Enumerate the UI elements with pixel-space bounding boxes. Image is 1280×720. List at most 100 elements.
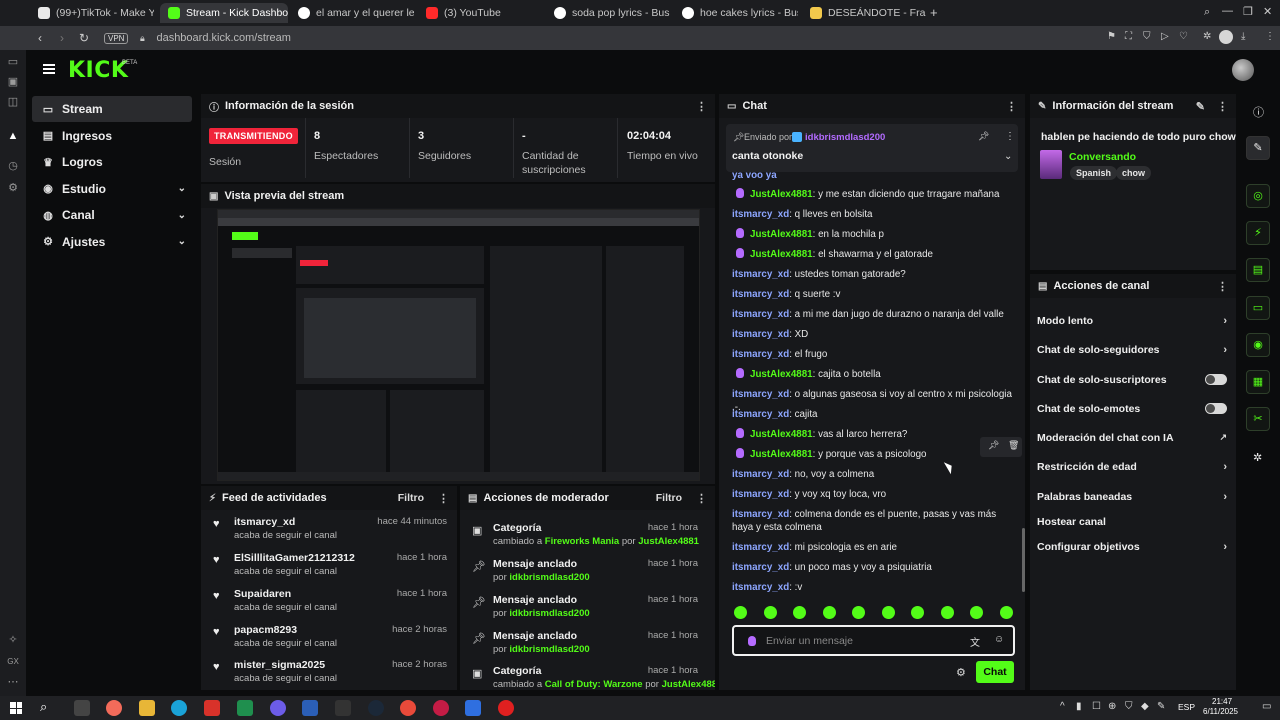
clock-time[interactable]: 21:47 [1212,697,1232,706]
browser-tab-youtube[interactable]: (3) YouTube [418,3,542,23]
puzzle-icon[interactable]: ✲ [1253,451,1262,464]
pen-icon[interactable]: ✎ [1157,701,1165,712]
file-explorer-icon[interactable] [139,700,155,716]
chat-message[interactable]: itsmarcy_xd: cajita [732,408,1014,421]
layers-icon[interactable]: ▦ [1246,370,1270,394]
forward-icon[interactable]: › [54,31,70,45]
restore-icon[interactable]: ❐ [1243,5,1253,18]
copilot-icon[interactable] [106,700,122,716]
app-icon[interactable] [465,700,481,716]
emote-icon[interactable] [852,606,865,619]
chat-message[interactable]: itsmarcy_xd: q lleves en bolsita [732,208,1014,221]
clock-date[interactable]: 6/11/2025 [1203,707,1238,716]
shield-icon[interactable]: ⛉ [1143,31,1151,42]
chat-message[interactable]: itsmarcy_xd: el frugo [732,348,1014,361]
more-icon[interactable]: ⋯ [7,676,19,688]
action-banned-words[interactable]: Palabras baneadas › [1037,491,1227,507]
emote-icon[interactable] [911,606,924,619]
emote-icon[interactable] [881,606,895,619]
close-window-icon[interactable]: ✕ [1263,5,1272,18]
chat-username[interactable]: JustAlex4881 [750,369,813,380]
chat-message[interactable]: itsmarcy_xd: colmena donde es el puente,… [732,508,1014,534]
chat-username[interactable]: itsmarcy_xd [732,409,789,420]
unpin-icon[interactable]: 📌︎ [978,131,989,142]
more-options-icon[interactable]: ⋮ [1005,131,1015,142]
chat-username[interactable]: JustAlex4881 [750,429,813,440]
chat-username[interactable]: itsmarcy_xd [732,269,789,280]
chat-message[interactable]: itsmarcy_xd: XD [732,328,1014,341]
feed-filter-button[interactable]: Filtro [398,492,424,504]
tools-icon[interactable]: ✂ [1246,407,1270,431]
chat-scrollbar[interactable] [1022,528,1025,592]
chat-username[interactable]: itsmarcy_xd [732,509,789,520]
chat-message[interactable]: JustAlex4881: y porque vas a psicologo [732,448,1014,461]
chat-username[interactable]: JustAlex4881 [750,449,813,460]
chat-message[interactable]: itsmarcy_xd: y voy xq toy loca, vro [732,488,1014,501]
chat-username[interactable]: JustAlex4881 [750,229,813,240]
chat-message[interactable]: JustAlex4881: vas al larco herrera? [732,428,1014,441]
chat-username[interactable]: itsmarcy_xd [732,389,789,400]
browser-tab-google-2[interactable]: soda pop lyrics - Buscar [546,3,670,23]
box-icon[interactable]: ▣ [7,76,19,88]
chat-username[interactable]: itsmarcy_xd [732,469,789,480]
url-field[interactable]: dashboard.kick.com/stream [156,32,291,44]
puzzle-icon[interactable]: ✲ [1203,31,1211,42]
chat-username[interactable]: JustAlex4881 [750,249,813,260]
emote-icon[interactable] [822,606,836,619]
screenshot-icon[interactable]: ⛶ [1125,31,1132,42]
emote-icon[interactable] [734,606,747,619]
word-icon[interactable] [302,700,318,716]
opera-gx-icon[interactable] [498,700,514,716]
chat-username[interactable]: itsmarcy_xd [732,489,789,500]
mod-filter-button[interactable]: Filtro [656,492,682,504]
edit-layout-icon[interactable]: ✎ [1246,136,1270,160]
tray-icon[interactable]: ◆ [1141,701,1149,712]
translate-icon[interactable]: 文 [970,634,980,649]
new-tab-button[interactable]: + [930,5,938,20]
camera-icon[interactable]: ◎ [1246,184,1270,208]
windows-start-icon[interactable] [10,702,22,714]
emote-icon[interactable] [940,606,954,619]
tray-chevron-icon[interactable]: ^ [1060,701,1065,712]
back-icon[interactable]: ‹ [32,31,48,45]
chat-message[interactable]: itsmarcy_xd: mi psicologia es en arie [732,541,1014,554]
task-view-icon[interactable] [74,700,90,716]
messenger-icon[interactable]: ◫ [7,96,19,108]
search-icon[interactable]: ⌕ [40,699,47,715]
settings-icon[interactable]: ⚙ [7,182,19,194]
edge-icon[interactable] [171,700,187,716]
tray-icon[interactable]: ▮ [1076,701,1082,712]
chat-username[interactable]: itsmarcy_xd [732,582,789,593]
menu-icon[interactable]: ⋮ [1265,31,1275,42]
pin-icon[interactable]: 📌︎ [988,440,999,451]
action-host-channel[interactable]: Hostear canal [1037,516,1227,532]
emotes-only-toggle[interactable] [1205,403,1227,414]
search-tabs-icon[interactable]: ⌕ [1204,6,1210,19]
sidebar-item-ajustes[interactable]: ⚙ Ajustes ⌄ [32,229,192,255]
emote-icon[interactable] [793,606,806,619]
chat-bubble-icon[interactable]: ▭ [1246,296,1270,320]
chat-settings-icon[interactable]: ⚙ [956,666,966,679]
trash-icon[interactable]: 🗑︎ [1008,440,1019,451]
chat-username[interactable]: itsmarcy_xd [732,209,789,220]
gx-icon[interactable]: GX [7,656,19,668]
chat-username[interactable]: itsmarcy_xd [732,329,789,340]
history-icon[interactable]: ◷ [7,160,19,172]
more-options-icon[interactable]: ⋮ [1217,280,1228,293]
chat-message[interactable]: itsmarcy_xd: ustedes toman gatorade? [732,268,1014,281]
more-options-icon[interactable]: ⋮ [1217,100,1228,113]
more-options-icon[interactable]: ⋮ [696,100,707,113]
chat-username[interactable]: itsmarcy_xd [732,562,789,573]
chat-input[interactable]: Enviar un mensaje 文 ☺ [732,625,1015,656]
sidebar-item-estudio[interactable]: ◉ Estudio ⌄ [32,176,192,202]
emote-icon[interactable] [970,606,983,619]
excel-icon[interactable] [237,700,253,716]
download-icon[interactable]: ⤓ [1241,31,1245,42]
edit-icon[interactable]: ✎ [1196,100,1205,113]
document-icon[interactable]: ▤ [1246,258,1270,282]
action-slow-mode[interactable]: Modo lento › [1037,315,1227,331]
aria-icon[interactable]: ▲ [7,130,19,142]
chat-username[interactable]: itsmarcy_xd [732,289,789,300]
chat-message[interactable]: JustAlex4881: en la mochila p [732,228,1014,241]
stream-preview-video[interactable] [217,209,700,481]
